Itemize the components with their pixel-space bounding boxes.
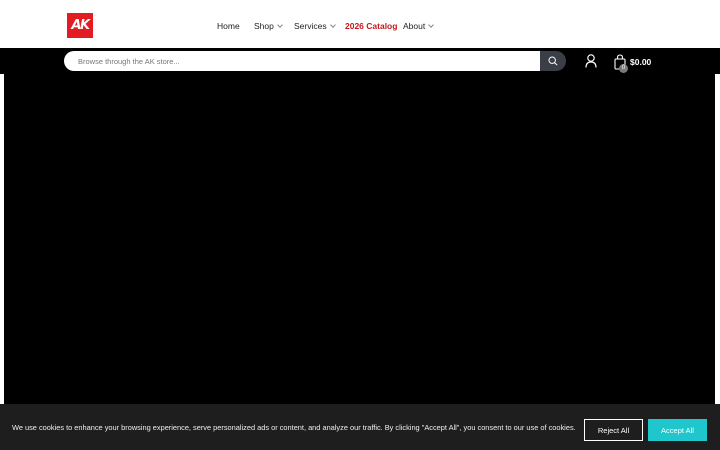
chevron-down-icon bbox=[277, 22, 283, 28]
user-icon bbox=[585, 54, 597, 68]
nav-home-label: Home bbox=[217, 21, 240, 31]
accept-all-button[interactable]: Accept All bbox=[648, 419, 707, 441]
nav-about[interactable]: About bbox=[403, 19, 435, 33]
nav-shop-label: Shop bbox=[254, 21, 274, 31]
cart-total: $0.00 bbox=[630, 57, 652, 67]
search-button[interactable] bbox=[540, 51, 566, 71]
ak-logo[interactable]: AK bbox=[67, 13, 93, 38]
hero-video[interactable] bbox=[4, 74, 715, 404]
nav-services[interactable]: Services bbox=[294, 19, 336, 33]
search-input[interactable] bbox=[64, 51, 542, 71]
hero-frame bbox=[0, 74, 720, 404]
nav-catalog[interactable]: 2026 Catalog bbox=[345, 19, 397, 33]
cart-bag: 0 bbox=[614, 54, 628, 73]
site-header: AK Home Shop Services 2026 Catalog About bbox=[0, 0, 720, 48]
chevron-down-icon bbox=[428, 22, 435, 28]
cookie-message: We use cookies to enhance your browsing … bbox=[12, 423, 576, 432]
search-icon bbox=[548, 56, 558, 66]
reject-all-button[interactable]: Reject All bbox=[584, 419, 643, 441]
account-button[interactable] bbox=[584, 53, 598, 69]
nav-home[interactable]: Home bbox=[217, 19, 240, 33]
nav-services-label: Services bbox=[294, 21, 327, 31]
nav-about-label: About bbox=[403, 21, 426, 31]
cart-count-badge: 0 bbox=[619, 64, 628, 73]
nav-catalog-label: 2026 Catalog bbox=[345, 21, 398, 31]
cart-button[interactable]: 0 $0.00 bbox=[614, 52, 652, 73]
nav-shop[interactable]: Shop bbox=[254, 19, 283, 33]
cookie-banner: We use cookies to enhance your browsing … bbox=[0, 404, 720, 450]
search-bar bbox=[0, 48, 720, 74]
chevron-down-icon bbox=[329, 22, 336, 28]
logo-text: AK bbox=[71, 18, 90, 33]
